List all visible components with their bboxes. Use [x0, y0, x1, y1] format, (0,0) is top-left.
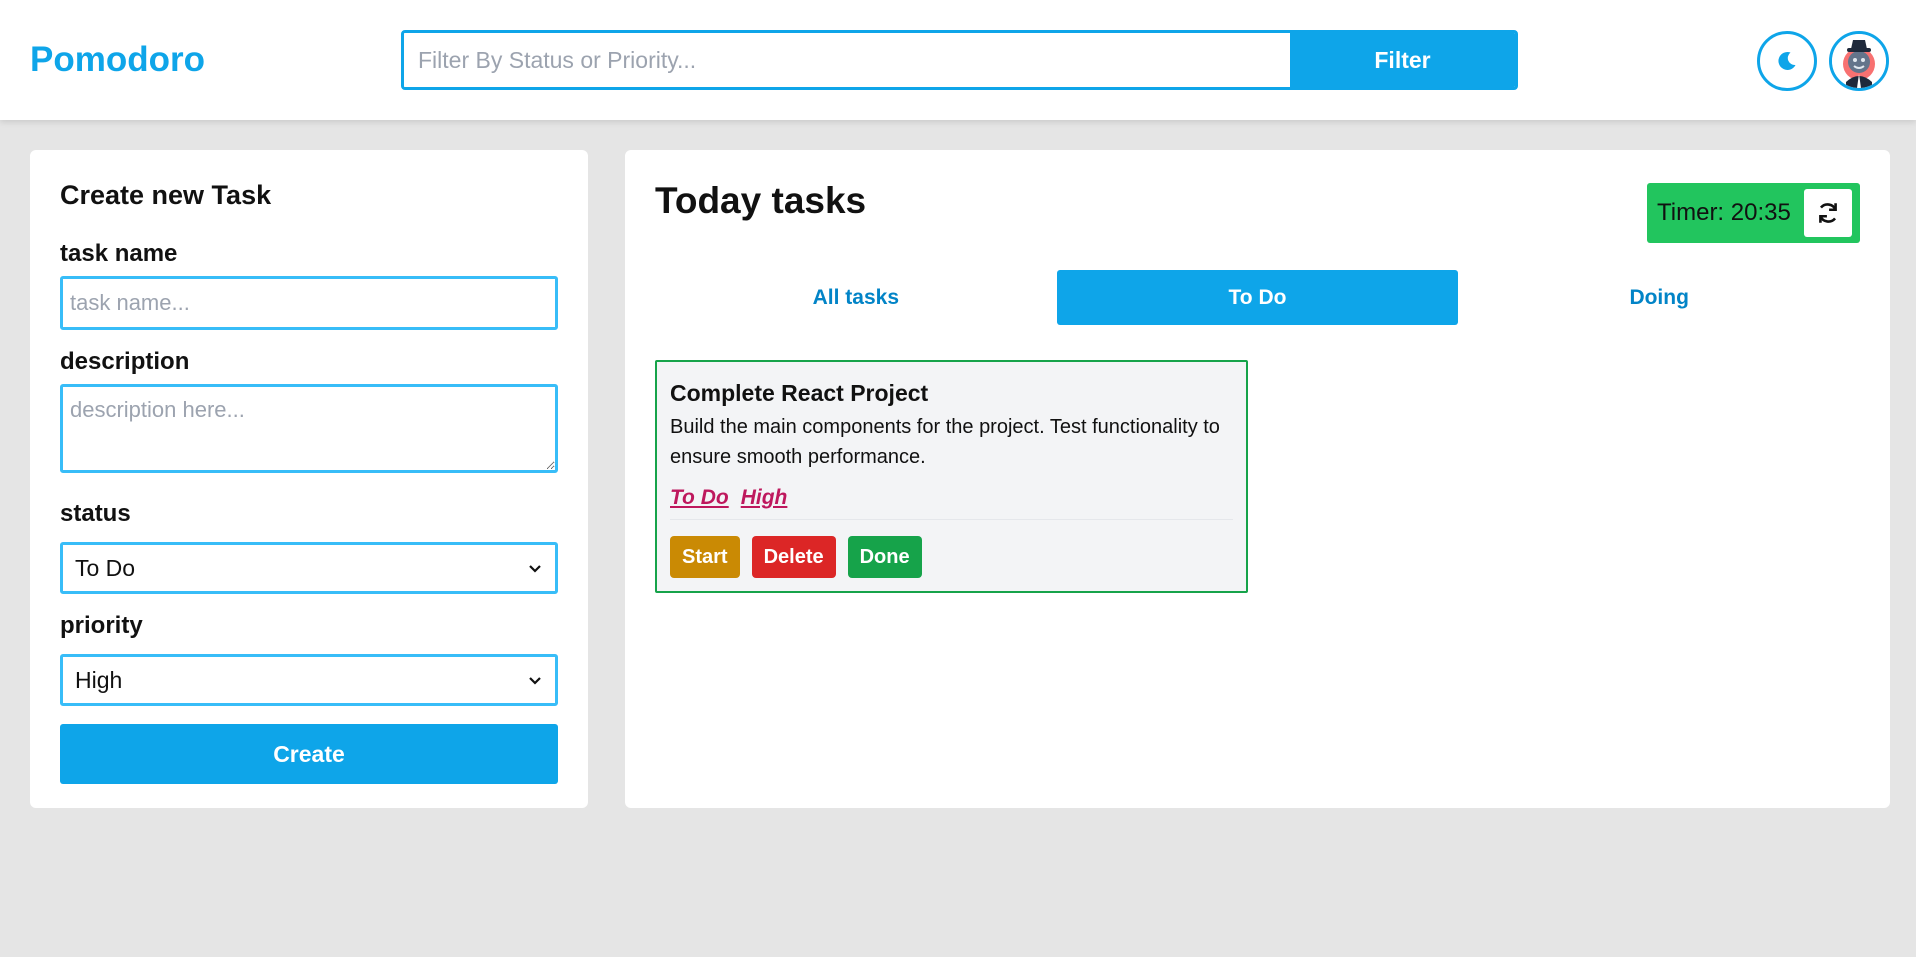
done-button[interactable]: Done — [847, 536, 922, 578]
today-tasks-panel: Today tasks Timer: 20:35 All tasks To Do… — [625, 150, 1890, 808]
task-card-divider — [670, 519, 1233, 520]
timer-text: Timer: 20:35 — [1657, 199, 1791, 226]
tab-to-do[interactable]: To Do — [1056, 270, 1459, 325]
task-card-title: Complete React Project — [670, 380, 929, 406]
status-tag[interactable]: To Do — [670, 486, 729, 510]
tab-all-tasks[interactable]: All tasks — [655, 270, 1057, 325]
priority-label: priority — [60, 612, 143, 639]
task-name-input[interactable] — [60, 276, 558, 330]
status-label: status — [60, 500, 131, 527]
priority-select-value: High — [75, 666, 123, 693]
app-logo[interactable]: Pomodoro — [30, 40, 205, 80]
filter-input[interactable] — [404, 33, 1290, 87]
task-card-description: Build the main components for the projec… — [670, 416, 1220, 468]
refresh-icon — [1819, 203, 1837, 223]
user-avatar-icon — [1832, 34, 1886, 88]
task-name-label: task name — [60, 240, 178, 267]
priority-tag[interactable]: High — [741, 486, 788, 510]
status-select[interactable]: To Do — [60, 542, 558, 594]
chevron-down-icon — [529, 565, 541, 573]
create-button[interactable]: Create — [60, 724, 558, 784]
start-button[interactable]: Start — [670, 536, 740, 578]
filter-button[interactable]: Filter — [1290, 33, 1515, 87]
priority-select[interactable]: High — [60, 654, 558, 706]
theme-toggle-button[interactable] — [1757, 31, 1817, 91]
status-tabs: All tasks To Do Doing — [655, 270, 1860, 325]
description-textarea[interactable] — [60, 384, 558, 473]
filter-bar: Filter — [401, 30, 1518, 90]
status-select-value: To Do — [75, 554, 136, 581]
task-card-actions: Start Delete Done — [670, 536, 922, 578]
top-navbar: Pomodoro Filter — [0, 0, 1916, 120]
timer-badge: Timer: 20:35 — [1647, 183, 1860, 243]
moon-icon — [1778, 51, 1796, 70]
create-task-title: Create new Task — [60, 180, 272, 210]
description-label: description — [60, 348, 190, 375]
timer-reset-button[interactable] — [1804, 189, 1852, 237]
delete-button[interactable]: Delete — [751, 536, 836, 578]
tab-doing[interactable]: Doing — [1458, 270, 1860, 325]
task-card-tags: To Do High — [670, 486, 787, 510]
chevron-down-icon — [529, 677, 541, 685]
today-tasks-title: Today tasks — [655, 180, 867, 221]
task-card: Complete React Project Build the main co… — [655, 360, 1248, 593]
user-avatar[interactable] — [1829, 31, 1889, 91]
create-task-panel: Create new Task task name description st… — [30, 150, 588, 808]
